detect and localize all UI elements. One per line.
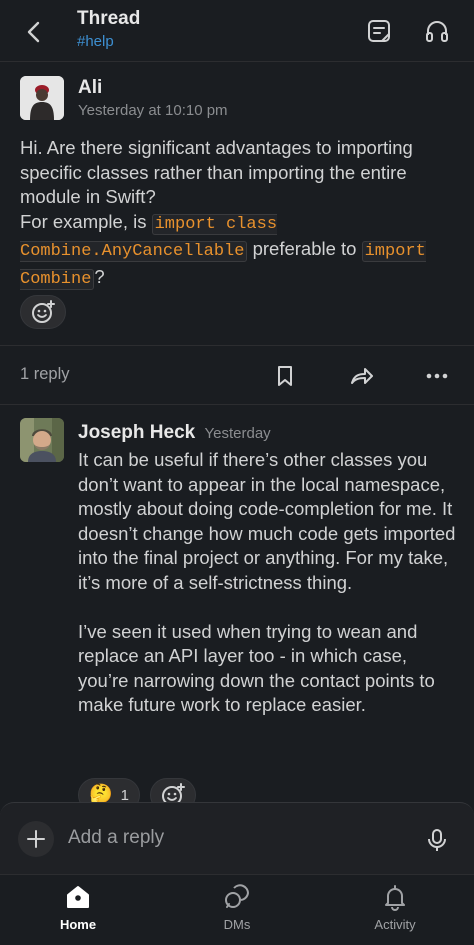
thinking-face-emoji: 🤔 <box>89 784 113 803</box>
message-author[interactable]: Joseph Heck Yesterday <box>78 422 271 444</box>
bottom-tab-bar: Home DMs Activity <box>0 874 474 945</box>
reaction-pill[interactable]: 🤔 1 <box>78 778 140 802</box>
avatar[interactable] <box>20 418 64 462</box>
chevron-left-icon <box>27 21 40 43</box>
reply-body: It can be useful if there’s other classe… <box>78 448 458 718</box>
tab-home[interactable]: Home <box>18 875 138 945</box>
headphones-icon <box>426 21 448 42</box>
message-text-prefix: For example, is <box>20 210 152 232</box>
message-text-line: Hi. Are there significant advantages to … <box>20 137 413 207</box>
page-title: Thread <box>77 8 141 29</box>
save-button[interactable] <box>272 363 298 389</box>
home-icon <box>67 886 89 908</box>
reaction-count: 1 <box>120 786 130 803</box>
message-timestamp: Yesterday <box>204 425 271 442</box>
message-text-end: ? <box>94 265 105 287</box>
reply-paragraph: I’ve seen it used when trying to wean an… <box>78 620 435 716</box>
share-button[interactable] <box>348 363 374 389</box>
avatar[interactable] <box>20 76 64 120</box>
thread-actions-row: 1 reply <box>0 345 474 405</box>
more-actions-button[interactable] <box>424 363 450 389</box>
add-reaction-button[interactable] <box>20 295 66 329</box>
add-emoji-icon <box>32 300 55 323</box>
message-timestamp: Yesterday at 10:10 pm <box>78 102 228 119</box>
canvas-button[interactable] <box>366 18 392 44</box>
tab-dms[interactable]: DMs <box>177 875 297 945</box>
bookmark-icon <box>278 366 292 386</box>
thread-header: Thread #help <box>0 0 474 62</box>
attach-button[interactable] <box>18 821 54 857</box>
header-title-group: Thread #help <box>77 8 140 52</box>
reply-input[interactable]: Add a reply <box>68 827 164 849</box>
add-reaction-button[interactable] <box>150 778 196 802</box>
record-audio-button[interactable] <box>424 827 450 853</box>
message-body: Hi. Are there significant advantages to … <box>20 136 460 292</box>
note-icon <box>368 20 390 42</box>
bell-icon <box>385 885 405 911</box>
microphone-icon <box>428 829 446 851</box>
tab-label: Activity <box>374 917 416 932</box>
tab-activity[interactable]: Activity <box>335 875 455 945</box>
share-icon <box>351 368 373 384</box>
channel-link[interactable]: #help <box>77 32 140 52</box>
message-text-middle: preferable to <box>247 238 362 259</box>
reply-composer: Add a reply <box>0 802 474 874</box>
tab-label: Home <box>59 917 97 932</box>
tab-label: DMs <box>223 917 251 932</box>
reply-paragraph: It can be useful if there’s other classe… <box>78 449 456 593</box>
plus-icon <box>27 830 45 848</box>
message-author[interactable]: Ali <box>78 77 102 99</box>
add-emoji-icon <box>162 783 185 802</box>
thread-scroll[interactable]: Ali Yesterday at 10:10 pm Hi. Are there … <box>0 62 474 802</box>
more-icon <box>426 373 448 379</box>
reply-author-name[interactable]: Joseph Heck <box>78 422 195 443</box>
back-button[interactable] <box>20 18 48 46</box>
dms-icon <box>225 884 250 908</box>
huddle-button[interactable] <box>424 18 450 44</box>
reply-count: 1 reply <box>20 365 70 383</box>
